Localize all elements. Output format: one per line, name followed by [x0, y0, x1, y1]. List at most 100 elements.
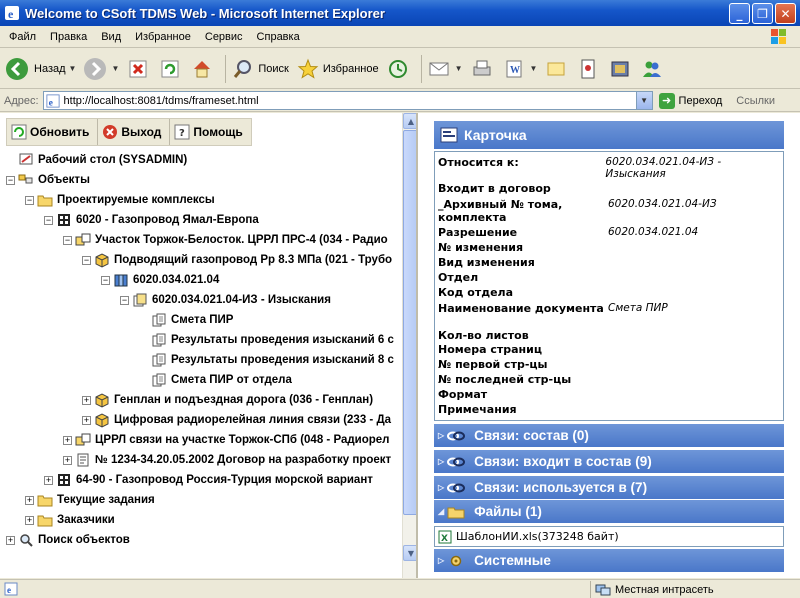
favorites-button[interactable]: Избранное [295, 56, 379, 82]
tree-node-label: Подводящий газопровод Рр 8.3 МПа (021 - … [114, 254, 393, 266]
scroll-down-arrow-icon[interactable]: ▼ [403, 545, 416, 561]
section-links-composition[interactable]: ▷ Связи: состав (0) [434, 424, 784, 447]
chevron-down-icon[interactable]: ▼ [111, 64, 119, 73]
tree-vertical-scrollbar[interactable]: ▲ ▼ [402, 113, 416, 578]
tree-node[interactable]: − Участок Торжок-Белосток. ЦРРЛ ПРС-4 (03… [63, 230, 388, 250]
links-label[interactable]: Ссылки [736, 95, 775, 107]
section-links-included[interactable]: ▷ Связи: входит в состав (9) [434, 450, 784, 473]
menu-edit[interactable]: Правка [43, 31, 94, 43]
tree-node[interactable]: +64-90 - Газопровод Россия-Турция морско… [44, 470, 373, 490]
card-field-label: № первой стр-цы [438, 358, 548, 371]
research-icon [575, 56, 601, 82]
refresh-button[interactable] [157, 56, 183, 82]
expand-toggle-icon[interactable]: + [25, 495, 34, 505]
scroll-thumb[interactable] [403, 130, 416, 515]
tree-node[interactable]: + Текущие задания [25, 490, 155, 510]
expand-toggle-icon[interactable]: + [82, 415, 91, 425]
chevron-down-icon[interactable]: ▼ [455, 64, 463, 73]
tree-node[interactable]: − 6020.034.021.04 [101, 270, 219, 290]
tree-node[interactable]: + ЦРРЛ связи на участке Торжок-СПб (048 -… [63, 430, 389, 450]
stop-button[interactable] [125, 56, 151, 82]
help-button[interactable]: ? Помощь [170, 119, 250, 145]
collapse-toggle-icon[interactable]: − [120, 295, 129, 305]
expand-toggle-icon[interactable]: + [63, 435, 72, 445]
menu-file[interactable]: Файл [2, 31, 43, 43]
home-button[interactable] [189, 56, 215, 82]
tree-node-label: Генплан и подъездная дорога (036 - Генпл… [114, 394, 374, 406]
print-button[interactable] [469, 56, 495, 82]
maximize-button[interactable]: ❐ [752, 3, 773, 24]
collapse-toggle-icon[interactable]: − [101, 275, 110, 285]
tree-node[interactable]: + Цифровая радиорелейная линия связи (233… [82, 410, 391, 430]
tree-node[interactable]: − 6020.034.021.04-ИЗ - Изыскания [120, 290, 331, 310]
tree-node[interactable]: + Поиск объектов [6, 530, 130, 550]
section-system[interactable]: ▷ Системные [434, 549, 784, 572]
expand-toggle-icon[interactable]: + [44, 475, 53, 485]
collapse-toggle-icon[interactable]: − [44, 215, 53, 225]
chevron-down-icon[interactable]: ▼ [530, 64, 538, 73]
section-files[interactable]: ◢ Файлы (1) [434, 500, 784, 523]
file-list-item[interactable]: X ШаблонИИ.xls(373248 байт) [434, 526, 784, 547]
collapse-toggle-icon[interactable]: − [6, 175, 15, 185]
messenger-button[interactable] [639, 56, 665, 82]
card-header[interactable]: Карточка [434, 121, 784, 149]
tree-node[interactable]: Смета ПИР от отдела [139, 370, 292, 390]
search-button[interactable]: Поиск [230, 56, 289, 82]
chevron-down-icon[interactable]: ▼ [69, 64, 77, 73]
menu-favorites[interactable]: Избранное [128, 31, 198, 43]
edit-button[interactable]: W ▼ [501, 56, 538, 82]
menu-tools[interactable]: Сервис [198, 31, 250, 43]
tree-node[interactable]: + Заказчики [25, 510, 115, 530]
collapse-toggle-icon[interactable]: − [63, 235, 72, 245]
window-title: Welcome to CSoft TDMS Web - Microsoft In… [25, 5, 385, 21]
tree-node[interactable]: Результаты проведения изысканий 6 с [139, 330, 394, 350]
go-button[interactable]: ➜ Переход [658, 92, 723, 109]
close-button[interactable]: ✕ [775, 3, 796, 24]
tree-node[interactable]: − Объекты [6, 170, 90, 190]
tree-node[interactable]: − Подводящий газопровод Рр 8.3 МПа (021 -… [82, 250, 392, 270]
ie-icon: e [5, 6, 19, 21]
research-button[interactable] [575, 56, 601, 82]
section-links-used[interactable]: ▷ Связи: используется в (7) [434, 476, 784, 499]
tree-node[interactable]: − Проектируемые комплексы [25, 190, 215, 210]
scroll-up-arrow-icon[interactable]: ▲ [403, 113, 416, 129]
exit-button[interactable]: Выход [98, 119, 171, 145]
collapse-toggle-icon[interactable]: − [25, 195, 34, 205]
card-row: Номера страниц [438, 343, 782, 356]
section-links-included-label: Связи: входит в состав (9) [474, 454, 652, 469]
tree-node[interactable]: Рабочий стол (SYSADMIN) [6, 150, 187, 170]
star-icon [295, 56, 321, 82]
go-label: Переход [678, 94, 723, 107]
tree-node[interactable]: − 6020 - Газопровод Ямал-Европа [44, 210, 259, 230]
tree-node[interactable]: + № 1234-34.20.05.2002 Договор на разрабо… [63, 450, 391, 470]
expand-toggle-icon[interactable]: + [82, 395, 91, 405]
menu-help[interactable]: Справка [250, 31, 307, 43]
card-field-label: Кол-во листов [438, 329, 529, 342]
discuss-button[interactable] [543, 56, 569, 82]
address-input[interactable]: e http://localhost:8081/tdms/frameset.ht… [42, 91, 653, 110]
expand-toggle-icon[interactable]: + [63, 455, 72, 465]
menu-view[interactable]: Вид [94, 31, 128, 43]
tree-node[interactable]: Смета ПИР [139, 310, 233, 330]
building-icon [58, 474, 70, 486]
chevron-down-icon[interactable]: ▼ [635, 92, 652, 109]
page-content: Обновить Выход ? Помощь Рабочий стол (SY… [0, 113, 800, 578]
tree-node-label: 6020.034.021.04 [133, 274, 220, 286]
card-frame: Карточка Относится к: 6020.034.021.04-ИЗ … [420, 113, 800, 578]
section-links-composition-label: Связи: состав (0) [474, 428, 589, 443]
minimize-button[interactable]: _ [729, 3, 750, 24]
tree-node[interactable]: + Генплан и подъездная дорога (036 - Генп… [82, 390, 373, 410]
tree-node[interactable]: Результаты проведения изысканий 8 с [139, 350, 394, 370]
browser-toolbar: Назад ▼ ▼ Поиск Избранное ▼ W ▼ [0, 49, 800, 89]
expand-toggle-icon[interactable]: + [6, 535, 15, 545]
back-button[interactable]: Назад ▼ [4, 56, 76, 82]
expand-toggle-icon[interactable]: + [25, 515, 34, 525]
expand-arrow-icon: ▷ [438, 431, 445, 440]
refresh-tree-button[interactable]: Обновить [7, 119, 99, 145]
link-icon [447, 431, 466, 440]
collapse-toggle-icon[interactable]: − [82, 255, 91, 265]
forward-button[interactable]: ▼ [82, 56, 119, 82]
mail-button[interactable]: ▼ [426, 56, 463, 82]
history-button[interactable] [385, 56, 411, 82]
media-button[interactable] [607, 56, 633, 82]
